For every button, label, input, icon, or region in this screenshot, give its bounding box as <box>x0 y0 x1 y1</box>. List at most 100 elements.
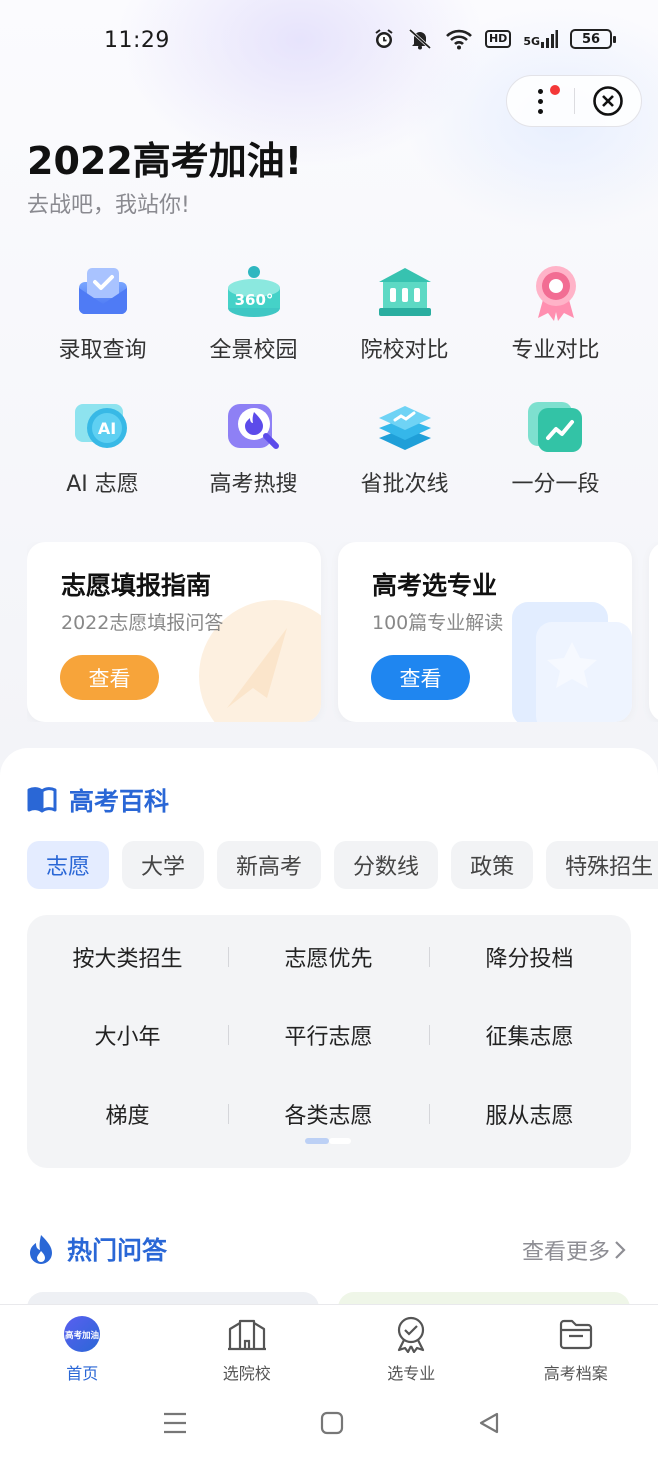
tab-label: 选专业 <box>387 1364 436 1383</box>
major-card[interactable]: 高考选专业 100篇专业解读 查看 <box>338 542 632 722</box>
recent-apps-button[interactable] <box>155 1408 195 1438</box>
network-type: 5G <box>523 35 540 48</box>
card-subtitle: 2022志愿填报问答 <box>61 612 224 634</box>
terms-row: 按大类招生 志愿优先 降分投档 <box>27 937 631 977</box>
home-button[interactable] <box>312 1408 352 1438</box>
quick-entry-grid: 录取查询 360° 全景校园 院校对比 专业对比 AI AI 志愿 高考热搜 省… <box>27 260 631 498</box>
system-navigation-bar <box>0 1396 658 1462</box>
hot-search-icon <box>227 404 279 449</box>
entry-admission-query[interactable]: 录取查询 <box>27 260 178 364</box>
entry-panorama-campus[interactable]: 360° 全景校园 <box>178 260 329 364</box>
entry-score-segment[interactable]: 一分一段 <box>480 394 631 498</box>
terms-row: 大小年 平行志愿 征集志愿 <box>27 1015 631 1055</box>
term-item[interactable]: 征集志愿 <box>429 1015 630 1055</box>
folder-archive-icon <box>556 1314 596 1354</box>
close-button[interactable] <box>575 75 641 127</box>
tab-choose-major[interactable]: 选专业 <box>329 1305 494 1396</box>
see-more-link[interactable]: 查看更多 <box>522 1234 626 1266</box>
tab-label: 选院校 <box>222 1364 271 1383</box>
view-guide-button[interactable]: 查看 <box>60 655 159 700</box>
term-item[interactable]: 大小年 <box>27 1015 228 1055</box>
more-menu-button[interactable] <box>507 75 574 127</box>
entry-label: 省批次线 <box>360 472 449 497</box>
page-subtitle: 去战吧，我站你! <box>27 193 190 218</box>
card-subtitle: 100篇专业解读 <box>372 612 504 634</box>
tab-home[interactable]: 高考加油 首页 <box>0 1305 165 1396</box>
more-dots-icon <box>538 88 543 114</box>
term-item[interactable]: 平行志愿 <box>228 1015 429 1055</box>
panorama-360-icon: 360° <box>227 266 280 317</box>
book-icon <box>27 787 57 813</box>
tab-policy[interactable]: 政策 <box>451 841 534 889</box>
entry-label: 全景校园 <box>209 338 298 363</box>
ai-chat-icon: AI <box>74 404 127 448</box>
page-dot <box>329 1138 351 1144</box>
hot-qa-header: 热门问答 <box>27 1231 167 1267</box>
content-panel: 高考百科 志愿 大学 新高考 分数线 政策 特殊招生 按大类招生 志愿优先 降分… <box>0 748 658 1312</box>
tab-score-line[interactable]: 分数线 <box>334 841 439 889</box>
square-home-icon <box>320 1411 344 1435</box>
page-dot-active <box>305 1138 329 1144</box>
term-item[interactable]: 各类志愿 <box>228 1094 429 1134</box>
card-title: 高考选专业 <box>372 571 498 600</box>
tab-new-gaokao[interactable]: 新高考 <box>217 841 322 889</box>
guide-card[interactable]: 志愿填报指南 2022志愿填报问答 查看 <box>27 542 321 722</box>
entry-ai-volunteer[interactable]: AI AI 志愿 <box>27 394 178 498</box>
entry-major-compare[interactable]: 专业对比 <box>480 260 631 364</box>
status-icons: HD 5G 56 <box>373 28 616 50</box>
encyclopedia-tabs: 志愿 大学 新高考 分数线 政策 特殊招生 <box>27 841 658 889</box>
page-title: 2022高考加油! <box>27 139 303 183</box>
entry-label: 录取查询 <box>58 338 147 363</box>
tab-special-admission[interactable]: 特殊招生 <box>546 841 658 889</box>
term-item[interactable]: 梯度 <box>27 1094 228 1134</box>
fire-icon <box>30 1235 52 1264</box>
see-more-label: 查看更多 <box>521 1240 610 1265</box>
envelope-check-icon <box>78 268 127 314</box>
status-time: 11:29 <box>104 28 170 53</box>
term-item[interactable]: 服从志愿 <box>429 1094 630 1134</box>
entry-college-compare[interactable]: 院校对比 <box>329 260 480 364</box>
menu-lines-icon <box>164 1412 186 1434</box>
term-item[interactable]: 降分投档 <box>429 937 630 977</box>
card-title: 志愿填报指南 <box>61 571 212 600</box>
hd-badge: HD <box>484 30 512 48</box>
entry-label: 一分一段 <box>511 472 600 497</box>
university-building-icon <box>378 268 431 316</box>
feature-cards: 志愿填报指南 2022志愿填报问答 查看 高考选专业 100篇专业解读 查看 <box>27 542 658 722</box>
mute-bell-icon <box>408 28 431 50</box>
award-ribbon-icon <box>535 266 576 321</box>
svg-text:360°: 360° <box>234 291 273 309</box>
tab-choose-school[interactable]: 选院校 <box>165 1305 330 1396</box>
page-indicator <box>305 1138 351 1144</box>
term-item[interactable]: 志愿优先 <box>228 937 429 977</box>
battery-icon: 56 <box>570 29 616 49</box>
tab-gaokao-archive[interactable]: 高考档案 <box>494 1305 658 1396</box>
entry-label: 高考热搜 <box>209 472 298 497</box>
triangle-back-icon <box>479 1412 499 1434</box>
section-title: 热门问答 <box>67 1236 168 1265</box>
back-button[interactable] <box>469 1408 509 1438</box>
tab-label: 高考档案 <box>543 1364 608 1383</box>
miniprogram-capsule <box>506 75 642 127</box>
term-item[interactable]: 按大类招生 <box>27 937 228 977</box>
tab-label: 首页 <box>66 1364 99 1383</box>
home-logo-text: 高考加油 <box>65 1330 99 1341</box>
notification-dot <box>550 85 560 95</box>
wifi-icon <box>446 29 472 50</box>
next-card-peek[interactable] <box>649 542 658 722</box>
bottom-tab-bar: 高考加油 首页 选院校 选专业 高考档案 <box>0 1304 658 1396</box>
school-building-icon <box>227 1314 267 1354</box>
tab-university[interactable]: 大学 <box>122 841 205 889</box>
tab-volunteer[interactable]: 志愿 <box>27 841 110 889</box>
major-badge-icon <box>391 1314 431 1354</box>
entry-batch-line[interactable]: 省批次线 <box>329 394 480 498</box>
encyclopedia-header: 高考百科 <box>27 782 169 818</box>
stacked-chart-icon <box>378 406 431 450</box>
entry-label: 专业对比 <box>511 338 600 363</box>
entry-label: 院校对比 <box>360 338 449 363</box>
entry-label: AI 志愿 <box>66 472 139 497</box>
entry-hot-search[interactable]: 高考热搜 <box>178 394 329 498</box>
chevron-right-icon <box>615 1241 626 1259</box>
view-majors-button[interactable]: 查看 <box>371 655 470 700</box>
score-trend-icon <box>527 402 582 452</box>
